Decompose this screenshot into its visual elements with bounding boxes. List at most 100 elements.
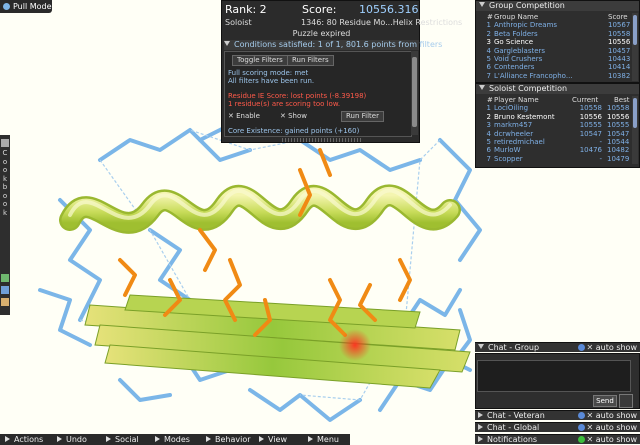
expand-icon — [206, 436, 211, 442]
run-filter-button[interactable]: Run Filter — [341, 111, 384, 122]
menu-label: Behavior — [215, 435, 251, 444]
chat-veteran-label: Chat - Veteran — [487, 411, 545, 420]
table-row[interactable]: 4 dcrwheeler 10547 10547 — [477, 130, 632, 138]
score-cell: 10556 — [608, 38, 631, 47]
folder-icon[interactable] — [1, 286, 9, 294]
rank-cell: 3 — [486, 121, 491, 130]
soloist-table: # Player Name Current Best 1 LociOiling 10… — [477, 96, 632, 163]
puzzle-status: Puzzle expired — [292, 29, 351, 38]
chat-global-bar[interactable]: Chat - Global ✕ auto show — [475, 422, 640, 432]
auto-show-label[interactable]: auto show — [596, 435, 637, 444]
chat-group-label: Chat - Group — [488, 343, 540, 352]
table-row[interactable]: 2 Bruno Kestemont 10556 10556 — [477, 113, 632, 121]
auto-show-label[interactable]: auto show — [596, 343, 637, 352]
info-icon[interactable] — [577, 412, 585, 419]
table-row[interactable]: 6 MurloW 10476 10482 — [477, 146, 632, 154]
rank-cell: 5 — [486, 54, 491, 63]
table-header: # Player Name Current Best — [477, 96, 632, 104]
rank-cell: 2 — [486, 112, 491, 121]
toggle-filters-button[interactable]: Toggle Filters — [232, 55, 288, 66]
menu-modes[interactable]: Modes — [155, 434, 190, 445]
table-row[interactable]: 3 markm457 10555 10555 — [477, 121, 632, 129]
soloist-scroll-thumb[interactable] — [633, 98, 637, 128]
notifications-label: Notifications — [487, 435, 538, 444]
pull-mode-button[interactable]: Pull Mode — [0, 0, 52, 13]
conditions-header[interactable]: Conditions satisfied: 1 of 1, 801.6 poin… — [224, 40, 442, 50]
expand-icon — [308, 436, 313, 442]
menu-undo[interactable]: Undo — [57, 434, 87, 445]
cookbook-letter: o — [2, 200, 8, 208]
cookbook-tab[interactable]: Cookbook — [0, 135, 10, 315]
expand-icon — [259, 436, 264, 442]
table-row[interactable]: 6 Contenders 10414 — [477, 63, 632, 71]
group-name-cell: L'Alliance Francopho... — [494, 71, 573, 80]
info-icon[interactable] — [577, 424, 585, 431]
group-scroll-thumb[interactable] — [633, 15, 637, 45]
table-row[interactable]: 2 Beta Folders 10558 — [477, 30, 632, 38]
puzzle-name: 1346: 80 Residue Mo...Helix Restrictions — [301, 18, 463, 27]
soloist-competition-header[interactable]: Soloist Competition — [476, 84, 639, 94]
filters-scroll-thumb[interactable] — [412, 57, 417, 127]
table-row[interactable]: 5 Void Crushers 10443 — [477, 55, 632, 63]
table-row[interactable]: 5 retiredmichael -10544 — [477, 138, 632, 146]
filters-scrollbar[interactable] — [411, 51, 418, 135]
auto-show-label[interactable]: auto show — [596, 423, 637, 432]
rank-cell: 1 — [486, 21, 491, 30]
group-name-cell: Go Science — [494, 38, 534, 47]
conditions-text: Conditions satisfied: 1 of 1, 801.6 poin… — [234, 40, 443, 49]
group-name-cell: Beta Folders — [494, 29, 538, 38]
group-scrollbar[interactable] — [632, 13, 638, 81]
menu-social[interactable]: Social — [106, 434, 139, 445]
table-row[interactable]: 4 Gargleblasters 10457 — [477, 47, 632, 55]
soloist-scrollbar[interactable] — [632, 96, 638, 164]
table-row[interactable]: 7 Scopper -10479 — [477, 155, 632, 163]
send-button[interactable]: Send — [593, 395, 617, 407]
cookbook-letter: k — [2, 174, 8, 183]
current-cell: 10558 — [579, 104, 602, 113]
chat-input[interactable] — [477, 360, 631, 392]
menu-actions[interactable]: Actions — [5, 434, 43, 445]
score-cell: 10382 — [608, 71, 631, 80]
table-row[interactable]: 1 Anthropic Dreams 10567 — [477, 21, 632, 29]
script-icon[interactable] — [1, 298, 9, 306]
table-row[interactable]: 1 LociOiling 10558 10558 — [477, 104, 632, 112]
rank-cell: 2 — [486, 29, 491, 38]
soloist-competition-panel: Soloist Competition # Player Name Curren… — [475, 83, 640, 168]
expand-icon — [478, 412, 483, 418]
mode-label: Soloist — [225, 18, 252, 27]
chat-veteran-bar[interactable]: Chat - Veteran ✕ auto show — [475, 410, 640, 420]
col-current: Current — [572, 96, 599, 104]
table-row[interactable]: 3 Go Science 10556 — [477, 38, 632, 46]
resize-grip[interactable] — [282, 138, 362, 142]
best-cell: 10547 — [607, 129, 630, 138]
auto-show-label[interactable]: auto show — [596, 411, 637, 420]
enable-checkbox[interactable]: ✕ Enable — [228, 112, 260, 120]
core-existence-line: Core Existence: gained points (+160) — [228, 127, 360, 135]
info-icon[interactable] — [577, 344, 585, 351]
menu-view[interactable]: View — [259, 434, 287, 445]
group-competition-panel: Group Competition # Group Name Score 1 An… — [475, 0, 640, 83]
table-header: # Group Name Score — [477, 13, 632, 21]
enable-label: Enable — [236, 112, 260, 120]
current-cell: 10556 — [579, 112, 602, 121]
recipe-icon[interactable] — [1, 274, 9, 282]
expand-icon — [478, 436, 483, 442]
notifications-bar[interactable]: Notifications ✕ auto show — [475, 434, 640, 444]
clock-icon[interactable] — [619, 394, 633, 408]
table-row[interactable]: 7 L'Alliance Francopho... 10382 — [477, 72, 632, 80]
current-cell: 10555 — [579, 121, 602, 130]
menu-label: Social — [115, 435, 139, 444]
menu-label: Actions — [14, 435, 44, 444]
menu-menu[interactable]: Menu — [308, 434, 339, 445]
show-checkbox[interactable]: ✕ Show — [280, 112, 307, 120]
cookbook-letter: o — [2, 191, 8, 200]
menu-behavior[interactable]: Behavior — [206, 434, 251, 445]
residue-ie-line: Residue IE Score: lost points (-8.39198) — [228, 92, 367, 100]
run-filters-button[interactable]: Run Filters — [287, 55, 334, 66]
current-cell: - — [599, 154, 602, 163]
chat-group-bar[interactable]: Chat - Group ✕ auto show — [475, 342, 640, 352]
bottom-menu-bar: Actions Undo Social Modes Behavior View Menu — [0, 434, 350, 445]
group-competition-header[interactable]: Group Competition — [476, 1, 639, 11]
player-name-cell: LociOiling — [494, 104, 529, 113]
rank-cell: 4 — [486, 129, 491, 138]
